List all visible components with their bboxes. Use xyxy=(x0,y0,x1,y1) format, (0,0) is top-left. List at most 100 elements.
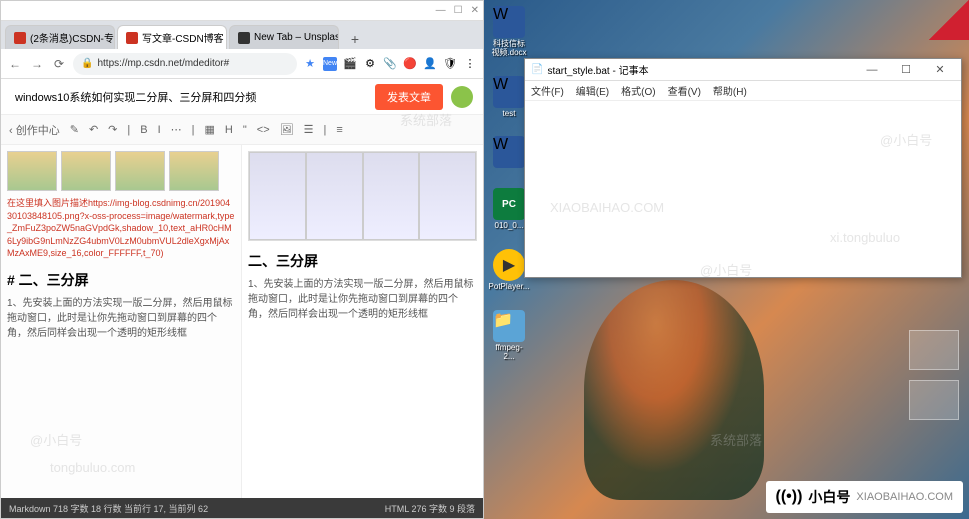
thumbnail[interactable] xyxy=(115,151,165,191)
markdown-paragraph[interactable]: 1、先安装上面的方法实现一版二分屏，然后用鼠标拖动窗口，此时是让你先拖动窗口到屏… xyxy=(7,296,235,341)
minimize-button[interactable]: — xyxy=(857,64,887,76)
pycharm-icon: PC xyxy=(493,188,525,220)
tool-more-icon[interactable]: ⋯ xyxy=(171,123,182,136)
lock-icon: 🔒 xyxy=(81,58,93,69)
notepad-menubar: 文件(F) 编辑(E) 格式(O) 查看(V) 帮助(H) xyxy=(525,81,961,101)
tool-layout-icon[interactable]: ≡ xyxy=(336,124,342,136)
editor-toolbar: ‹ 创作中心 ✎ ↶ ↷ | B I ⋯ | ▦ H " <> 🖼 ☰ | ≡ xyxy=(1,115,483,145)
maximize-button[interactable]: ☐ xyxy=(891,63,921,76)
icon-label: 科技信标视频.docx xyxy=(490,40,528,58)
status-right: HTML 276 字数 9 段落 xyxy=(385,502,475,515)
word-file-icon: W xyxy=(493,136,525,168)
menu-help[interactable]: 帮助(H) xyxy=(713,83,747,98)
tool-bold-icon[interactable]: B xyxy=(140,124,147,136)
preview-heading: 二、三分屏 xyxy=(248,251,477,271)
editor-header: 发表文章 xyxy=(1,79,483,115)
notepad-window: 📄 start_style.bat - 记事本 — ☐ ✕ 文件(F) 编辑(E… xyxy=(524,58,962,278)
desktop-icon-column: W科技信标视频.docxWtestWPC010_0...▶PotPlayer..… xyxy=(490,6,528,362)
forward-button[interactable]: → xyxy=(29,56,45,72)
status-left: Markdown 718 字数 18 行数 当前行 17, 当前列 62 xyxy=(9,502,208,515)
back-button[interactable]: ← xyxy=(7,56,23,72)
tool-list-icon[interactable]: ☰ xyxy=(304,123,314,136)
desktop: W科技信标视频.docxWtestWPC010_0...▶PotPlayer..… xyxy=(484,0,969,519)
desktop-icon-potplayer[interactable]: ▶ PotPlayer... xyxy=(490,249,528,292)
word-doc-icon: W xyxy=(493,6,525,38)
markdown-heading[interactable]: # 二、三分屏 xyxy=(7,270,235,290)
thumbnail[interactable] xyxy=(169,151,219,191)
menu-format[interactable]: 格式(O) xyxy=(621,83,655,98)
extension-icons: ★ New 🎬 ⚙ 📎 🔴 👤 🛡 ⋮ xyxy=(303,57,477,71)
tool-image-icon[interactable]: 🖼 xyxy=(280,123,294,136)
menu-view[interactable]: 查看(V) xyxy=(668,83,701,98)
ext-icon[interactable]: 👤 xyxy=(423,57,437,71)
publish-button[interactable]: 发表文章 xyxy=(375,84,443,110)
browser-window: — ☐ ✕ (2条消息)CSDN-专× 写文章-CSDN博客× New Tab … xyxy=(0,0,484,519)
desktop-icon-test-doc[interactable]: Wtest xyxy=(490,76,528,119)
tool-quote-icon[interactable]: " xyxy=(243,124,247,136)
test-doc-icon: W xyxy=(493,76,525,108)
notepad-title: start_style.bat - 记事本 xyxy=(547,62,648,77)
close-button[interactable]: ✕ xyxy=(471,5,479,16)
tool-code-icon[interactable]: <> xyxy=(257,124,270,136)
icon-label: ffmpeg-2... xyxy=(490,344,528,362)
brand-name: 小白号 xyxy=(808,487,850,507)
avatar[interactable] xyxy=(451,86,473,108)
thumbnail[interactable] xyxy=(61,151,111,191)
tool-heading-icon[interactable]: H xyxy=(225,124,233,136)
ffmpeg-icon: 📁 xyxy=(493,310,525,342)
desktop-icon-ffmpeg[interactable]: 📁 ffmpeg-2... xyxy=(490,310,528,362)
tab-strip: (2条消息)CSDN-专× 写文章-CSDN博客× New Tab – Unsp… xyxy=(1,21,483,49)
accent-decoration xyxy=(929,0,969,40)
preview-image xyxy=(248,151,477,241)
wallpaper-figure xyxy=(584,280,764,500)
desktop-thumbnail[interactable] xyxy=(909,380,959,420)
notepad-titlebar[interactable]: 📄 start_style.bat - 记事本 — ☐ ✕ xyxy=(525,59,961,81)
editor-body: 在这里填入图片描述https://img-blog.csdnimg.cn/201… xyxy=(1,145,483,498)
brand-url: XIAOBAIHAO.COM xyxy=(856,491,953,503)
ext-icon[interactable]: 📎 xyxy=(383,57,397,71)
article-title-input[interactable] xyxy=(11,85,367,109)
thumbnail[interactable] xyxy=(7,151,57,191)
minimize-button[interactable]: — xyxy=(436,5,446,16)
url-input[interactable]: 🔒https://mp.csdn.net/mdeditor# xyxy=(73,53,297,75)
address-bar: ← → ⟳ 🔒https://mp.csdn.net/mdeditor# ★ N… xyxy=(1,49,483,79)
ext-icon[interactable]: 🎬 xyxy=(343,57,357,71)
markdown-image-link[interactable]: 在这里填入图片描述https://img-blog.csdnimg.cn/201… xyxy=(7,197,235,260)
brand-logo-icon: ((•)) xyxy=(776,488,803,506)
toolbar-label[interactable]: ‹ 创作中心 xyxy=(9,122,60,138)
ext-icon[interactable]: ⚙ xyxy=(363,57,377,71)
tool-table-icon[interactable]: ▦ xyxy=(205,123,215,136)
desktop-icon-pycharm[interactable]: PC 010_0... xyxy=(490,188,528,231)
icon-label: test xyxy=(503,110,516,119)
menu-edit[interactable]: 编辑(E) xyxy=(576,83,609,98)
new-tab-button[interactable]: + xyxy=(345,29,365,49)
ext-new-badge[interactable]: New xyxy=(323,57,337,71)
menu-file[interactable]: 文件(F) xyxy=(531,83,564,98)
markdown-source-pane[interactable]: 在这里填入图片描述https://img-blog.csdnimg.cn/201… xyxy=(1,145,242,498)
tool-edit-icon[interactable]: ✎ xyxy=(70,123,79,136)
maximize-button[interactable]: ☐ xyxy=(454,5,463,16)
tab-csdn-editor[interactable]: 写文章-CSDN博客× xyxy=(117,25,227,49)
tool-redo-icon[interactable]: ↷ xyxy=(108,123,117,136)
tab-csdn-home[interactable]: (2条消息)CSDN-专× xyxy=(5,25,115,49)
tab-unsplash[interactable]: New Tab – Unsplash× xyxy=(229,25,339,49)
ext-icon[interactable]: 🔴 xyxy=(403,57,417,71)
menu-icon[interactable]: ⋮ xyxy=(463,57,477,71)
window-titlebar: — ☐ ✕ xyxy=(1,1,483,21)
desktop-icon-word-doc[interactable]: W 科技信标视频.docx xyxy=(490,6,528,58)
icon-label: 010_0... xyxy=(495,222,524,231)
tool-undo-icon[interactable]: ↶ xyxy=(89,123,98,136)
bookmark-icon[interactable]: ★ xyxy=(303,57,317,71)
desktop-thumbnail[interactable] xyxy=(909,330,959,370)
preview-paragraph: 1、先安装上面的方法实现一版二分屏，然后用鼠标拖动窗口，此时是让你先拖动窗口到屏… xyxy=(248,277,477,322)
notepad-textarea[interactable] xyxy=(525,101,961,277)
reload-button[interactable]: ⟳ xyxy=(51,56,67,72)
desktop-icon-word-file[interactable]: W xyxy=(490,136,528,170)
ext-icon[interactable]: 🛡 xyxy=(443,57,457,71)
close-button[interactable]: ✕ xyxy=(925,63,955,76)
status-bar: Markdown 718 字数 18 行数 当前行 17, 当前列 62 HTM… xyxy=(1,498,483,518)
icon-label: PotPlayer... xyxy=(489,283,530,292)
brand-badge: ((•)) 小白号 XIAOBAIHAO.COM xyxy=(766,481,964,513)
potplayer-icon: ▶ xyxy=(493,249,525,281)
tool-italic-icon[interactable]: I xyxy=(158,124,161,136)
